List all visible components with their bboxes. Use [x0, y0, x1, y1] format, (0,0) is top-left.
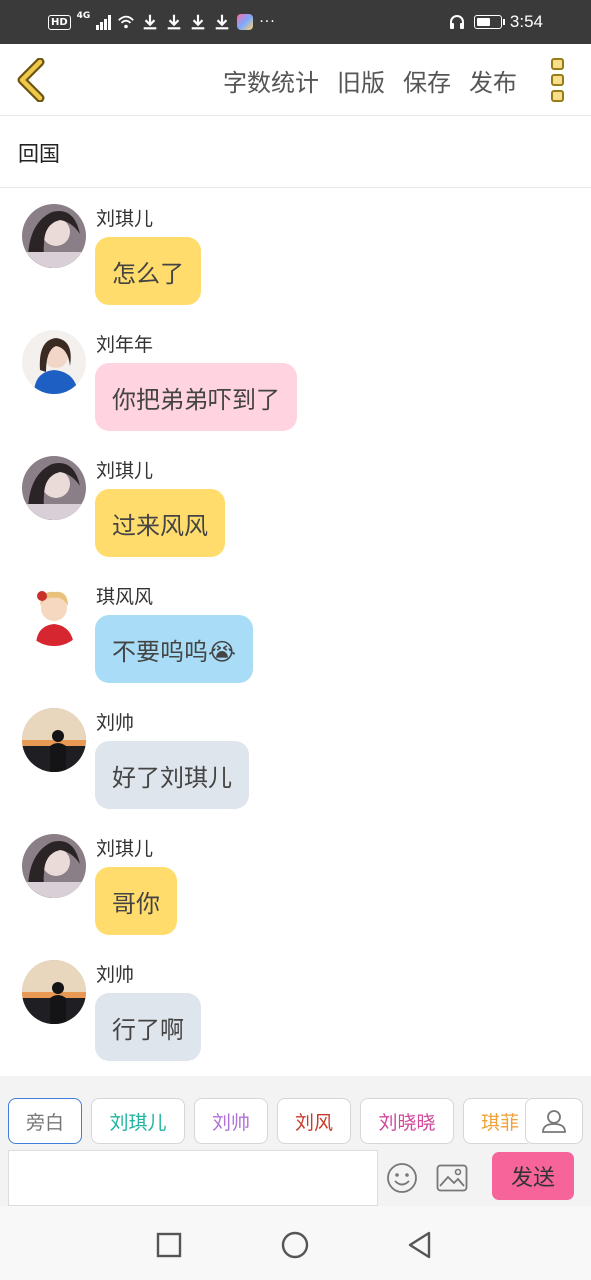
avatar[interactable]: [22, 960, 86, 1024]
avatar[interactable]: [22, 456, 86, 520]
message-item[interactable]: 刘琪儿 怎么了: [0, 190, 591, 316]
send-button[interactable]: 发送: [492, 1152, 574, 1200]
story-title: 回国: [18, 142, 60, 166]
message-sender-name: 琪风风: [96, 586, 154, 608]
message-sender-name: 刘琪儿: [96, 208, 154, 230]
clock: 3:54: [509, 12, 543, 31]
app-notification-icon: [237, 14, 254, 30]
signal-icon: [96, 14, 112, 30]
message-sender-name: 刘帅: [96, 712, 135, 734]
word-count-button[interactable]: 字数统计: [223, 63, 319, 98]
compose-toolbar: 旁白 刘琪儿 刘帅 刘风 刘晓晓 琪菲 发送: [0, 1076, 591, 1206]
smiley-icon: [387, 1163, 417, 1193]
character-chip[interactable]: 刘琪儿: [91, 1098, 185, 1144]
character-chip[interactable]: 刘风: [277, 1098, 351, 1144]
chevron-left-icon: [17, 57, 45, 103]
message-bubble[interactable]: 不要呜呜😭: [95, 615, 254, 683]
message-bubble[interactable]: 你把弟弟吓到了: [95, 363, 297, 431]
wifi-icon: [118, 15, 135, 29]
top-toolbar: 字数统计 旧版 保存 发布: [0, 44, 591, 116]
more-notifications: ···: [259, 14, 276, 30]
status-icons-right: 3:54: [448, 10, 543, 34]
character-chip[interactable]: 琪菲: [463, 1098, 528, 1144]
message-bubble[interactable]: 行了啊: [95, 993, 201, 1061]
message-item[interactable]: 刘帅 好了刘琪儿: [0, 694, 591, 820]
message-list: 刘琪儿 怎么了 刘年年 你把弟弟吓到了 刘琪儿 过来风风 琪风风 不要呜呜😭 刘帅 好了刘琪儿 刘琪…: [0, 190, 591, 1076]
triangle-back-icon[interactable]: [405, 1230, 435, 1260]
headphones-icon: [449, 15, 464, 29]
avatar[interactable]: [22, 834, 86, 898]
download-icon: [192, 14, 205, 30]
person-icon: [542, 1110, 566, 1133]
image-icon: [436, 1164, 468, 1192]
message-input[interactable]: [8, 1150, 378, 1206]
message-sender-name: 刘帅: [96, 964, 135, 986]
download-icon: [168, 14, 181, 30]
message-sender-name: 刘琪儿: [96, 838, 154, 860]
status-icons-left: HD 4G ···: [48, 10, 276, 34]
message-bubble[interactable]: 过来风风: [95, 489, 225, 557]
square-icon[interactable]: [154, 1230, 184, 1260]
image-button[interactable]: [436, 1164, 468, 1192]
avatar[interactable]: [22, 330, 86, 394]
network-type: 4G: [76, 11, 91, 21]
message-sender-name: 刘年年: [96, 334, 154, 356]
download-icon: [144, 14, 157, 30]
avatar[interactable]: [22, 708, 86, 772]
message-item[interactable]: 琪风风不要呜呜😭: [0, 568, 591, 694]
back-button[interactable]: [14, 57, 50, 103]
message-bubble[interactable]: 好了刘琪儿: [95, 741, 249, 809]
circle-icon[interactable]: [280, 1230, 310, 1260]
message-sender-name: 刘琪儿: [96, 460, 154, 482]
battery-icon: [473, 15, 505, 29]
emoji-button[interactable]: [386, 1162, 418, 1194]
save-button[interactable]: 保存: [403, 63, 451, 98]
message-bubble[interactable]: 哥你: [95, 867, 177, 935]
avatar[interactable]: [22, 582, 86, 646]
message-item[interactable]: 刘琪儿 过来风风: [0, 442, 591, 568]
message-bubble[interactable]: 怎么了: [95, 237, 201, 305]
character-chip[interactable]: 刘晓晓: [360, 1098, 454, 1144]
system-nav-bar: [0, 1206, 591, 1280]
publish-button[interactable]: 发布: [469, 63, 517, 98]
character-chip-list: 旁白 刘琪儿 刘帅 刘风 刘晓晓 琪菲: [8, 1098, 528, 1144]
character-chip[interactable]: 刘帅: [194, 1098, 268, 1144]
avatar[interactable]: [22, 204, 86, 268]
status-bar: HD 4G ··· 3:54: [0, 0, 591, 44]
old-version-button[interactable]: 旧版: [337, 63, 385, 98]
header-menu: 字数统计 旧版 保存 发布: [223, 44, 517, 116]
character-chip[interactable]: 旁白: [8, 1098, 82, 1144]
download-icon: [216, 14, 229, 30]
message-item[interactable]: 刘帅 行了啊: [0, 946, 591, 1072]
message-item[interactable]: 刘年年你把弟弟吓到了: [0, 316, 591, 442]
character-manager-button[interactable]: [525, 1098, 583, 1144]
story-title-row[interactable]: 回国: [0, 116, 591, 188]
message-item[interactable]: 刘琪儿 哥你: [0, 820, 591, 946]
kebab-menu-icon[interactable]: [551, 58, 567, 102]
hd-badge: HD: [48, 14, 71, 30]
